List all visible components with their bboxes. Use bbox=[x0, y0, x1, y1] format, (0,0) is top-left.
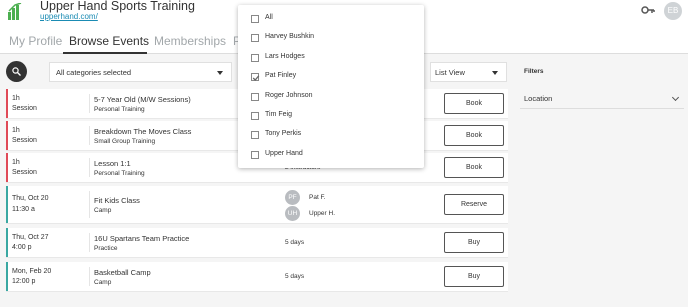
dropdown-option-label: Roger Johnson bbox=[265, 92, 313, 99]
view-select-value: List View bbox=[435, 68, 465, 77]
event-type: Practice bbox=[94, 245, 118, 252]
filters-heading: Filters bbox=[524, 68, 544, 75]
book-button[interactable]: Book bbox=[444, 157, 504, 178]
dropdown-option-lars-hodges[interactable]: Lars Hodges bbox=[251, 53, 411, 67]
event-remaining: 5 days bbox=[285, 239, 305, 246]
event-remaining: 5 days bbox=[285, 273, 305, 280]
active-tab-underline bbox=[63, 52, 147, 54]
event-time: 11:30 a bbox=[12, 206, 35, 213]
dropdown-option-label: Harvey Bushkin bbox=[265, 33, 315, 40]
user-avatar[interactable]: EB bbox=[664, 2, 682, 20]
upper-hand-logo-icon[interactable] bbox=[8, 3, 22, 20]
dropdown-option-tim-feig[interactable]: Tim Feig bbox=[251, 111, 411, 125]
checkbox-checked[interactable] bbox=[251, 73, 260, 81]
event-duration: 1h bbox=[12, 159, 20, 166]
dropdown-option-tony-perkis[interactable]: Tony Perkis bbox=[251, 130, 411, 144]
staff-name: Upper H. bbox=[309, 210, 336, 217]
staff-filter-dropdown: All Harvey Bushkin Lars Hodges Pat Finle… bbox=[238, 5, 424, 168]
view-select[interactable]: List View bbox=[430, 62, 507, 82]
staff-avatar: UH bbox=[285, 206, 300, 221]
event-name: Lesson 1:1 bbox=[94, 159, 131, 168]
event-time: 4:00 p bbox=[12, 244, 32, 251]
divider bbox=[89, 126, 90, 145]
checkbox[interactable] bbox=[251, 112, 259, 120]
tab-browse-events[interactable]: Browse Events bbox=[69, 34, 149, 48]
event-date: Mon, Feb 20 bbox=[12, 268, 52, 275]
divider bbox=[89, 94, 90, 113]
checkmark-icon bbox=[252, 75, 260, 81]
event-duration: 1h bbox=[12, 127, 20, 134]
event-kind: Session bbox=[12, 105, 37, 112]
checkbox[interactable] bbox=[251, 34, 259, 42]
caret-down-icon bbox=[492, 71, 498, 75]
event-row[interactable]: Thu, Oct 20 11:30 a Fit Kids Class Camp … bbox=[6, 186, 508, 224]
location-filter-label: Location bbox=[524, 94, 553, 103]
tab-memberships[interactable]: Memberships bbox=[154, 34, 226, 48]
dropdown-option-label: All bbox=[265, 14, 273, 21]
event-type: Camp bbox=[94, 279, 112, 286]
caret-down-icon bbox=[217, 71, 223, 75]
checkbox[interactable] bbox=[251, 151, 259, 159]
dropdown-option-label: Lars Hodges bbox=[265, 53, 305, 60]
search-icon bbox=[12, 67, 21, 76]
staff-name: Pat F. bbox=[309, 194, 326, 201]
dropdown-option-label: Tim Feig bbox=[265, 111, 292, 118]
event-name: Breakdown The Moves Class bbox=[94, 127, 192, 136]
book-button[interactable]: Book bbox=[444, 125, 504, 146]
tab-my-profile[interactable]: My Profile bbox=[9, 34, 62, 48]
event-type: Camp bbox=[94, 207, 112, 214]
dropdown-option-all[interactable]: All bbox=[251, 14, 411, 28]
location-filter[interactable]: Location bbox=[520, 89, 684, 109]
checkbox[interactable] bbox=[251, 54, 259, 62]
event-kind: Session bbox=[12, 137, 37, 144]
event-type: Personal Training bbox=[94, 170, 145, 177]
event-duration: 1h bbox=[12, 95, 20, 102]
divider bbox=[89, 191, 90, 218]
dropdown-option-upper-hand[interactable]: Upper Hand bbox=[251, 150, 411, 164]
search-button[interactable] bbox=[6, 61, 27, 82]
event-name: 5-7 Year Old (M/W Sessions) bbox=[94, 95, 191, 104]
event-row[interactable]: Mon, Feb 20 12:00 p Basketball Camp Camp… bbox=[6, 262, 508, 292]
divider bbox=[89, 233, 90, 252]
dropdown-option-label: Tony Perkis bbox=[265, 130, 302, 137]
event-type: Personal Training bbox=[94, 106, 145, 113]
event-row[interactable]: Thu, Oct 27 4:00 p 16U Spartans Team Pra… bbox=[6, 228, 508, 258]
dropdown-option-label: Upper Hand bbox=[265, 150, 303, 157]
divider bbox=[89, 267, 90, 286]
book-button[interactable]: Book bbox=[444, 93, 504, 114]
event-kind: Session bbox=[12, 169, 37, 176]
buy-button[interactable]: Buy bbox=[444, 232, 504, 253]
dropdown-option-roger-johnson[interactable]: Roger Johnson bbox=[251, 92, 411, 106]
dropdown-option-pat-finley[interactable]: Pat Finley bbox=[251, 72, 411, 86]
chevron-down-icon bbox=[671, 93, 680, 102]
checkbox[interactable] bbox=[251, 15, 259, 23]
category-select[interactable]: All categories selected bbox=[49, 62, 232, 82]
dropdown-option-label: Pat Finley bbox=[265, 72, 297, 79]
dropdown-option-harvey-bushkin[interactable]: Harvey Bushkin bbox=[251, 33, 411, 47]
event-date: Thu, Oct 20 bbox=[12, 195, 49, 202]
category-select-value: All categories selected bbox=[56, 68, 132, 77]
event-name: Basketball Camp bbox=[94, 268, 151, 277]
checkbox[interactable] bbox=[251, 131, 259, 139]
event-time: 12:00 p bbox=[12, 278, 36, 285]
buy-button[interactable]: Buy bbox=[444, 266, 504, 287]
reserve-button[interactable]: Reserve bbox=[444, 194, 504, 215]
staff-avatar: PF bbox=[285, 190, 300, 205]
event-name: 16U Spartans Team Practice bbox=[94, 234, 190, 243]
event-type: Small Group Training bbox=[94, 138, 156, 145]
divider bbox=[89, 158, 90, 177]
event-date: Thu, Oct 27 bbox=[12, 234, 49, 241]
business-url-link[interactable]: upperhand.com/ bbox=[40, 12, 98, 21]
key-icon[interactable] bbox=[641, 4, 655, 16]
checkbox[interactable] bbox=[251, 93, 259, 101]
event-name: Fit Kids Class bbox=[94, 196, 140, 205]
